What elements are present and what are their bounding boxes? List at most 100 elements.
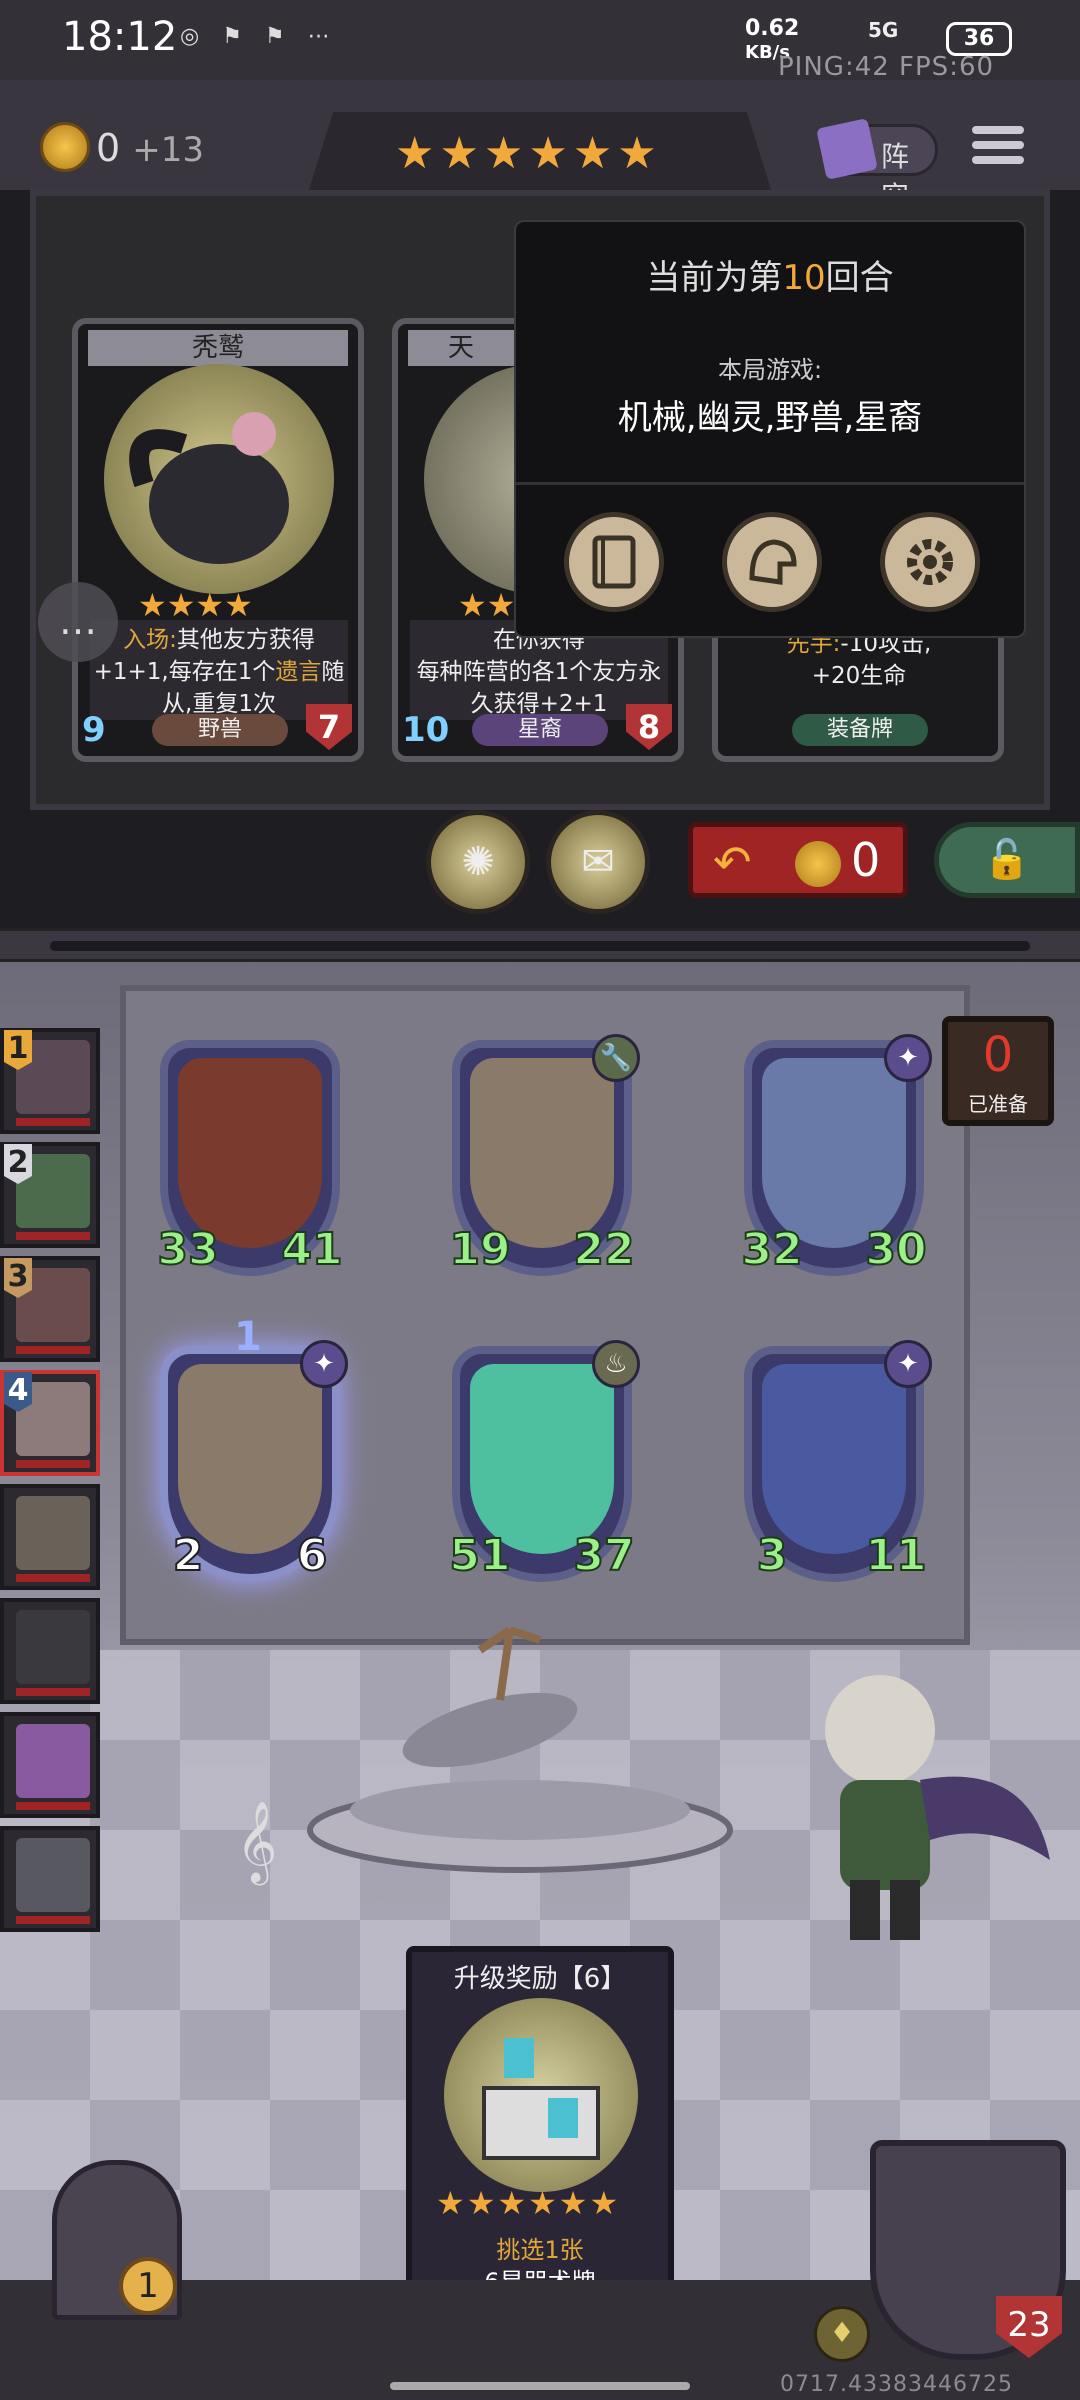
minion-attack: 19	[448, 1223, 511, 1276]
book-icon[interactable]	[564, 512, 664, 612]
minion-attack: 2	[172, 1529, 205, 1582]
music-note-icon: 𝄞	[236, 1800, 278, 1882]
desc-text: 每种阵营的各1个友方永久获得+2+1	[416, 659, 662, 717]
mech-icon: 🔧	[592, 1034, 640, 1082]
ready-count: 0	[982, 1027, 1014, 1083]
minion-1[interactable]: 33 41	[156, 1040, 344, 1276]
round-post: 回合	[825, 258, 894, 298]
clock: 18:12	[62, 14, 178, 60]
card-health: 8	[626, 704, 672, 750]
minion-health: 22	[572, 1223, 635, 1276]
minion-5[interactable]: ♨ 51 37	[448, 1340, 640, 1582]
player-slot-2[interactable]: 2	[0, 1142, 100, 1248]
minion-4[interactable]: ✦ 2 6 1	[160, 1314, 348, 1582]
player-slot-7[interactable]	[0, 1712, 100, 1818]
card-attack: 10	[402, 710, 450, 750]
tavern-level: 1	[119, 2257, 177, 2315]
signal-icon: 5G	[868, 18, 899, 42]
net-speed: 0.62	[745, 16, 800, 41]
round-info-popup: 当前为第10回合 本局游戏: 机械,幽灵,野兽,星裔	[514, 220, 1026, 638]
minion-3[interactable]: ✦ 32 30	[740, 1034, 932, 1276]
reward-stars: ★★★★★★	[436, 2184, 621, 2222]
minion-attack: 3	[756, 1529, 789, 1582]
minion-health: 11	[864, 1529, 927, 1582]
scroll-button[interactable]: ✉	[546, 810, 650, 914]
tavern-upgrade-button[interactable]: 1	[52, 2160, 182, 2320]
player-hp-bar	[16, 1688, 90, 1696]
game-seed: 0717.43383446725	[780, 2372, 1013, 2397]
tribe-list: 机械,幽灵,野兽,星裔	[617, 398, 923, 438]
gold-coin-icon	[40, 122, 90, 172]
star-tribe-icon: ✦	[884, 1340, 932, 1388]
gold-value: 0	[96, 126, 121, 170]
lineup-book-icon	[816, 118, 878, 180]
refresh-button[interactable]: ↶ 0	[688, 822, 908, 898]
minion-portrait	[470, 1058, 614, 1248]
reward-title: 升级奖励【6】	[453, 1964, 627, 1994]
player-hp-bar	[16, 1574, 90, 1582]
card-tribe-tag: 星裔	[472, 714, 608, 746]
refresh-arrow-icon: ↶	[713, 835, 752, 889]
player-slot-6[interactable]	[0, 1598, 100, 1704]
star-tribe-icon: ✦	[884, 1034, 932, 1082]
player-slot-8[interactable]	[0, 1826, 100, 1932]
ping-fps: PING:42 FPS:60	[778, 52, 995, 82]
ready-label: 已准备	[968, 1092, 1028, 1116]
spell-button[interactable]: ✺	[426, 810, 530, 914]
music-box-statue	[307, 1626, 733, 1873]
shop-card-vulture[interactable]: 秃鹫 ★★★★ 入场:其他友方获得+1+1,每存在1个遗言随从,重复1次 9 野…	[72, 318, 364, 762]
player-slot-4[interactable]: 4	[0, 1370, 100, 1476]
player-rank: 3	[4, 1258, 32, 1298]
card-tribe-tag: 装备牌	[792, 714, 928, 746]
player-hp-bar	[16, 1916, 90, 1924]
lock-shop-button[interactable]: 🔓	[934, 822, 1080, 898]
home-indicator[interactable]	[390, 2382, 690, 2390]
player-rank: 1	[4, 1030, 32, 1070]
player-hp-bar	[16, 1346, 90, 1354]
star-tribe-icon: ✦	[300, 1340, 348, 1388]
card-desc: 先手:-10攻击, +20生命	[730, 624, 988, 724]
chat-bubble-icon[interactable]: …	[38, 582, 118, 662]
minion-2[interactable]: 🔧 19 22	[448, 1034, 640, 1276]
helmet-icon[interactable]	[722, 512, 822, 612]
minion-portrait	[178, 1364, 322, 1554]
ready-counter: 0 已准备	[942, 1016, 1054, 1126]
lineup-button[interactable]: 阵容	[816, 118, 938, 213]
player-slot-3[interactable]: 3	[0, 1256, 100, 1362]
card-health: 7	[306, 704, 352, 750]
round-title: 当前为第10回合	[516, 250, 1024, 299]
player-avatar	[16, 1610, 90, 1684]
minion-portrait	[178, 1058, 322, 1248]
card-stars: ★★★★	[138, 586, 253, 624]
minion-level: 1	[234, 1314, 262, 1360]
status-bar: 18:12 ◎ ⚑ ⚑ ⋯ 0.62 KB/s 5G 36 PING:42 FP…	[0, 0, 1080, 82]
minion-health: 6	[296, 1529, 329, 1582]
keyword: 遗言	[275, 659, 322, 685]
upgrade-reward-card[interactable]: 升级奖励【6】 ★★★★★★ 挑选1张 6星咒术牌	[406, 1946, 674, 2300]
minion-health: 37	[572, 1529, 635, 1582]
minion-attack: 33	[156, 1223, 219, 1276]
refresh-cost: 0	[851, 833, 881, 887]
player-hp-bar	[16, 1118, 90, 1126]
round-pre: 当前为第	[646, 258, 783, 298]
vulture-art	[104, 364, 334, 594]
player-slot-5[interactable]	[0, 1484, 100, 1590]
card-stars: ★★	[458, 586, 516, 624]
coin-icon	[795, 841, 841, 887]
player-slot-1[interactable]: 1	[0, 1028, 100, 1134]
hero-portrait[interactable]: 23	[870, 2140, 1066, 2360]
hero-power-button[interactable]: ♦	[814, 2306, 870, 2362]
minion-portrait	[762, 1058, 906, 1248]
spellbook-art	[444, 1998, 638, 2192]
card-name: 秃鹫	[88, 330, 348, 366]
gold-counter: 0 +13	[96, 126, 204, 170]
gear-icon[interactable]	[880, 512, 980, 612]
player-hero-model	[825, 1675, 1050, 1940]
minion-health: 41	[280, 1223, 343, 1276]
menu-button[interactable]	[972, 126, 1024, 172]
player-hp-bar	[16, 1802, 90, 1810]
minion-health: 30	[864, 1223, 927, 1276]
minion-6[interactable]: ✦ 3 11	[744, 1340, 932, 1582]
player-hp-bar	[16, 1232, 90, 1240]
beast-icon: ♨	[592, 1340, 640, 1388]
